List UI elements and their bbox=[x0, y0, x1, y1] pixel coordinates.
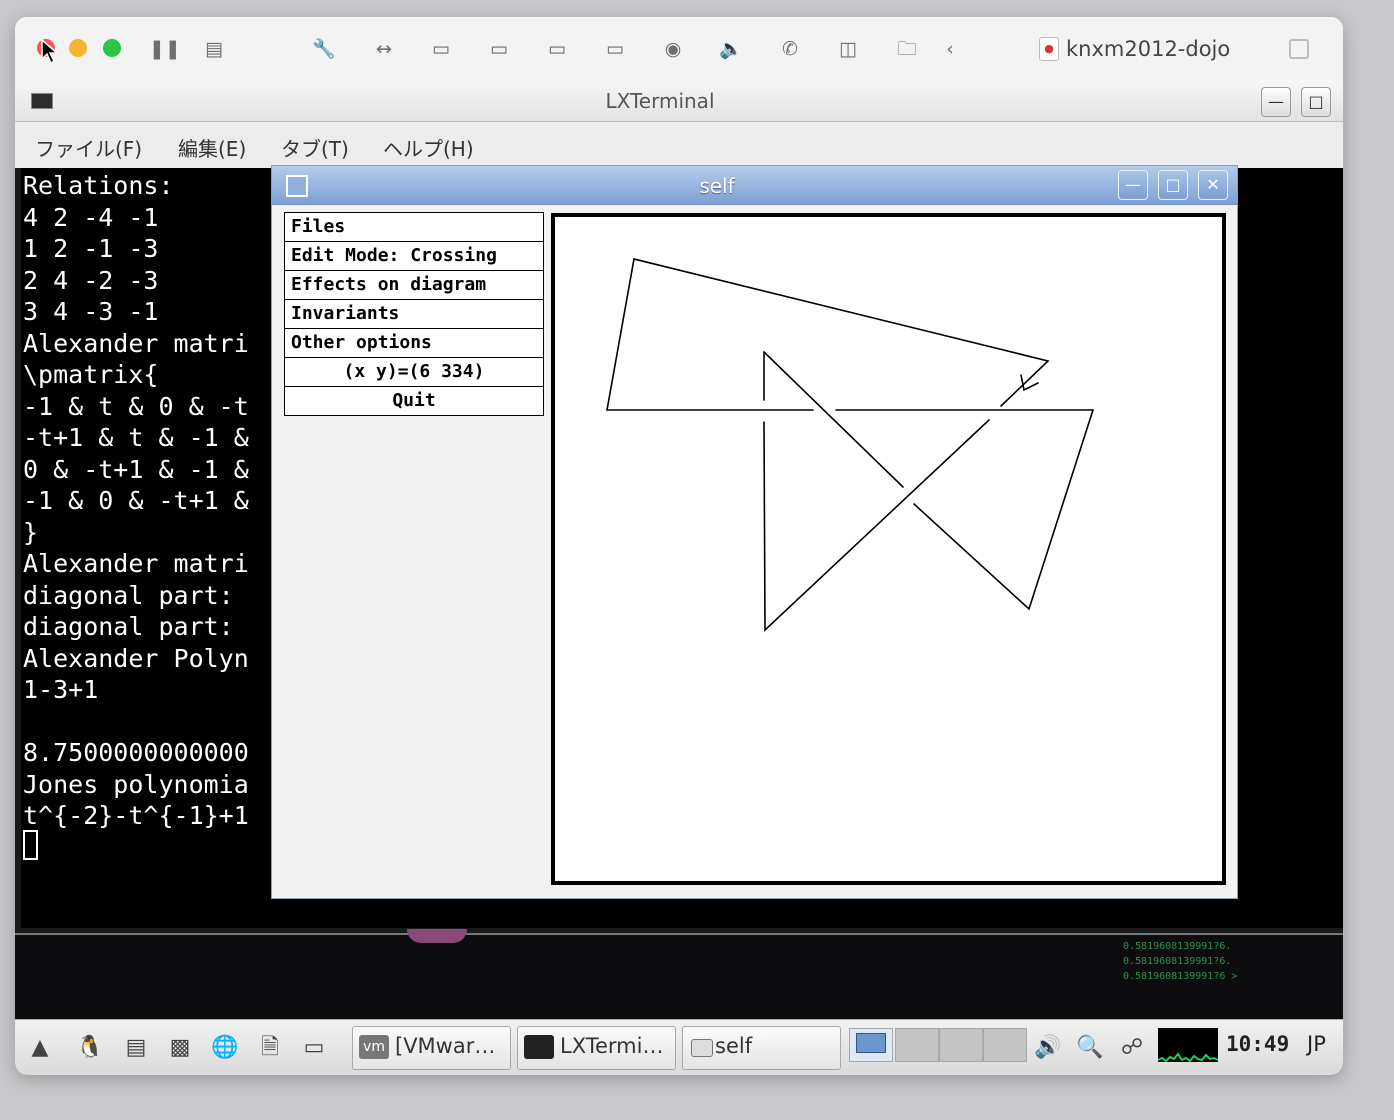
lxterminal-title: LXTerminal bbox=[605, 89, 715, 113]
sound-icon[interactable]: 🔈 bbox=[716, 35, 746, 63]
self-title: self bbox=[699, 174, 735, 198]
desktop-pager-4[interactable] bbox=[983, 1028, 1027, 1062]
knot-editor-menu: Files Edit Mode: Crossing Effects on dia… bbox=[284, 212, 544, 416]
taskbar: ▲ 🐧 ▤ ▩ 🌐 🗎 ▭ vm [VMwar… LXTermi… self 🔊… bbox=[15, 1019, 1343, 1075]
self-titlebar[interactable]: self — □ ✕ bbox=[272, 166, 1237, 205]
task-label: LXTermi… bbox=[560, 1034, 664, 1058]
pause-icon[interactable]: ❚❚ bbox=[149, 35, 181, 63]
files-button[interactable]: Files bbox=[284, 212, 544, 242]
terminal-cursor bbox=[23, 830, 38, 860]
other-options-button[interactable]: Other options bbox=[284, 328, 544, 358]
task-self[interactable]: self bbox=[682, 1026, 841, 1070]
background-numbers: 0.5819608139991?6. 0.5819608139991?6. 0.… bbox=[1123, 941, 1238, 982]
menu-edit[interactable]: 編集(E) bbox=[178, 133, 246, 162]
terminal-icon bbox=[524, 1035, 554, 1059]
menu-file[interactable]: ファイル(F) bbox=[35, 133, 142, 162]
lxterminal-menubar: ファイル(F) 編集(E) タブ(T) ヘルプ(H) bbox=[15, 122, 1343, 168]
cpu-monitor bbox=[1158, 1028, 1218, 1062]
restore-icon[interactable] bbox=[1289, 39, 1309, 59]
knot-diagram bbox=[606, 258, 1095, 632]
knot-strand bbox=[763, 419, 990, 632]
zoom-window-button[interactable] bbox=[103, 39, 121, 57]
quit-button[interactable]: Quit bbox=[284, 386, 544, 416]
desktop-pager-1[interactable] bbox=[849, 1028, 893, 1062]
terminal-output: Relations: 4 2 -4 -1 1 2 -1 -3 2 4 -2 -3… bbox=[23, 171, 249, 830]
knot-strand bbox=[606, 258, 1050, 411]
pager-window-preview bbox=[856, 1033, 886, 1053]
search-icon[interactable]: 🔍 bbox=[1075, 1032, 1105, 1064]
folder-share-icon[interactable]: 🗀 bbox=[892, 35, 922, 63]
knot-strand bbox=[835, 409, 1095, 611]
phone-icon[interactable]: ✆ bbox=[775, 35, 805, 63]
menu-help[interactable]: ヘルプ(H) bbox=[383, 133, 474, 162]
penguin-icon[interactable]: 🐧 bbox=[75, 1032, 105, 1064]
coordinates-readout: (x y)=(6 334) bbox=[284, 357, 544, 387]
self-minimize-button[interactable]: — bbox=[1118, 170, 1148, 200]
lxterminal-minimize-button[interactable]: — bbox=[1261, 87, 1291, 117]
disk-icon[interactable]: ▭ bbox=[600, 35, 630, 63]
camera-icon[interactable]: ◉ bbox=[658, 35, 688, 63]
disk-icon[interactable]: ▭ bbox=[484, 35, 514, 63]
document-icon[interactable]: 🗎 bbox=[255, 1032, 285, 1064]
desktop-background: 0.5819608139991?6. 0.5819608139991?6. 0.… bbox=[15, 929, 1343, 1021]
vmware-toolbar: ❚❚ ▤ 🔧 ↔ ▭ ▭ ▭ ▭ ◉ 🔈 ✆ ◫ 🗀 ‹ ● knxm2012-… bbox=[15, 17, 1343, 82]
task-label: self bbox=[715, 1034, 753, 1058]
snapshot-icon[interactable]: ▤ bbox=[199, 35, 229, 63]
input-language[interactable]: JP bbox=[1307, 1032, 1326, 1056]
vmware-icon: vm bbox=[359, 1035, 389, 1059]
desktop-pager-2[interactable] bbox=[895, 1028, 939, 1062]
show-desktop-icon[interactable]: ▭ bbox=[299, 1032, 329, 1064]
disk-icon[interactable]: ▭ bbox=[542, 35, 572, 63]
knot-diagram-canvas[interactable] bbox=[551, 213, 1226, 885]
disk-icon[interactable]: ▭ bbox=[426, 35, 456, 63]
mouse-pointer-icon bbox=[41, 39, 59, 65]
back-icon[interactable]: ‹ bbox=[935, 35, 965, 63]
knot-strand bbox=[763, 351, 904, 488]
desktop-decoration bbox=[407, 929, 467, 943]
lxterminal-titlebar[interactable]: LXTerminal — □ bbox=[15, 81, 1343, 122]
edit-mode-button[interactable]: Edit Mode: Crossing bbox=[284, 241, 544, 271]
menu-launcher-icon[interactable]: ▲ bbox=[25, 1032, 55, 1064]
minimize-window-button[interactable] bbox=[69, 39, 87, 57]
self-maximize-button[interactable]: □ bbox=[1158, 170, 1188, 200]
cpu-graph-icon bbox=[1158, 1052, 1218, 1062]
lxterminal-maximize-button[interactable]: □ bbox=[1301, 87, 1331, 117]
task-vmware[interactable]: vm [VMwar… bbox=[352, 1026, 511, 1070]
vm-document-icon: ● bbox=[1039, 37, 1059, 61]
volume-icon[interactable]: 🔊 bbox=[1033, 1032, 1063, 1064]
terminal-launcher-icon[interactable]: ▩ bbox=[165, 1032, 195, 1064]
self-window: self — □ ✕ Files Edit Mode: Crossing Eff… bbox=[271, 165, 1238, 899]
network-icon[interactable]: ↔ bbox=[369, 35, 399, 63]
task-lxterminal[interactable]: LXTermi… bbox=[517, 1026, 676, 1070]
task-label: [VMwar… bbox=[395, 1034, 496, 1058]
taskbar-clock[interactable]: 10:49 bbox=[1226, 1032, 1289, 1056]
wrench-icon[interactable]: 🔧 bbox=[309, 35, 339, 63]
self-close-button[interactable]: ✕ bbox=[1198, 170, 1228, 200]
desktop-pager-3[interactable] bbox=[939, 1028, 983, 1062]
floppy-icon[interactable]: ◫ bbox=[833, 35, 863, 63]
file-manager-icon[interactable]: ▤ bbox=[121, 1032, 151, 1064]
knot-arrow-icon bbox=[1020, 374, 1039, 392]
window-icon bbox=[691, 1039, 713, 1057]
invariants-button[interactable]: Invariants bbox=[284, 299, 544, 329]
menu-tab[interactable]: タブ(T) bbox=[281, 133, 349, 162]
network-status-icon[interactable]: ☍ bbox=[1117, 1032, 1147, 1064]
vm-name-label: knxm2012-dojo bbox=[1066, 37, 1231, 61]
effects-button[interactable]: Effects on diagram bbox=[284, 270, 544, 300]
browser-icon[interactable]: 🌐 bbox=[210, 1032, 240, 1064]
